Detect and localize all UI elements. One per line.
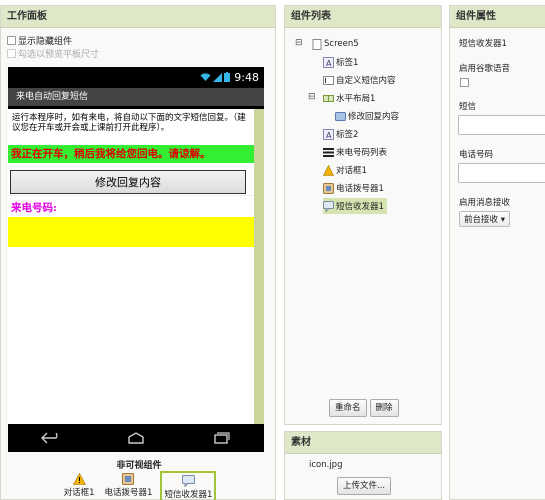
nonvisible-components: 对话框1 电话拨号器1 短信收发器1 bbox=[1, 471, 277, 500]
svg-text:A: A bbox=[326, 59, 332, 68]
phone-number-listview[interactable] bbox=[8, 217, 254, 247]
phone-preview: 9:48 来电自动回复短信 运行本程序时，如有来电，将自动以下面的文字短信回复。… bbox=[8, 67, 264, 452]
show-hidden-checkbox[interactable]: 显示隐藏组件 bbox=[7, 34, 275, 47]
receiving-value: 前台接收 bbox=[464, 215, 499, 225]
components-panel: 组件列表 ⊟ Screen5 A 标签1 自定义短信内容 ⊟ 水平布局1 修改回… bbox=[284, 5, 442, 425]
tree-node-texting[interactable]: 短信收发器1 bbox=[323, 198, 387, 214]
label2: 来电号码: bbox=[11, 202, 57, 214]
google-voice-label: 启用谷歌语音 bbox=[459, 64, 511, 74]
components-title: 组件列表 bbox=[285, 6, 441, 28]
tree-node-label2[interactable]: A 标签2 bbox=[323, 126, 358, 142]
battery-icon bbox=[224, 72, 231, 82]
checkbox-box[interactable] bbox=[7, 36, 16, 45]
tree-node-label: 标签2 bbox=[336, 130, 359, 140]
tree-node-hlayout[interactable]: 水平布局1 bbox=[323, 90, 375, 106]
properties-title: 组件属性 bbox=[450, 6, 545, 28]
screen-scrollbar[interactable] bbox=[254, 109, 264, 424]
tree-node-label: 对话框1 bbox=[336, 166, 367, 176]
tree-node-textbox[interactable]: 自定义短信内容 bbox=[323, 72, 396, 88]
nonvisible-notifier[interactable]: 对话框1 bbox=[62, 471, 97, 500]
tree-node-label: 修改回复内容 bbox=[348, 112, 400, 122]
tree-node-label1[interactable]: A 标签1 bbox=[323, 54, 358, 70]
warning-icon bbox=[72, 473, 86, 485]
tree-node-label: 电话拨号器1 bbox=[336, 184, 384, 194]
status-icons bbox=[200, 72, 231, 82]
svg-text:A: A bbox=[326, 131, 332, 140]
nav-bar bbox=[8, 424, 264, 452]
app-title-bar: 来电自动回复短信 bbox=[8, 88, 264, 106]
media-panel: 素材 icon.jpg 上传文件... bbox=[284, 431, 442, 500]
label-icon: A bbox=[323, 56, 334, 68]
selected-component-name: 短信收发器1 bbox=[459, 39, 507, 49]
nonvisible-phonecall[interactable]: 电话拨号器1 bbox=[103, 471, 155, 500]
tree-node-listview[interactable]: 来电号码列表 bbox=[323, 144, 387, 160]
nonvisible-title: 非可视组件 bbox=[116, 461, 162, 471]
media-file[interactable]: icon.jpg bbox=[309, 460, 441, 470]
back-icon[interactable] bbox=[40, 432, 61, 444]
phone-number-input[interactable] bbox=[458, 163, 545, 183]
tablet-preview-label: 勾选以预览平板尺寸 bbox=[18, 50, 100, 60]
collapse-toggle[interactable]: ⊟ bbox=[295, 38, 303, 48]
component-tree: ⊟ Screen5 A 标签1 自定义短信内容 ⊟ 水平布局1 修改回复内容 A… bbox=[285, 28, 441, 214]
label1: 运行本程序时，如有来电，将自动以下面的文字短信回复。（建议您在开车或开会或上课前… bbox=[12, 113, 246, 133]
signal-icon bbox=[213, 72, 223, 82]
checkbox-box[interactable] bbox=[7, 49, 16, 58]
wifi-icon bbox=[200, 72, 211, 81]
tree-node-screen[interactable]: Screen5 bbox=[311, 36, 359, 52]
status-time: 9:48 bbox=[234, 70, 259, 84]
nonvisible-texting[interactable]: 短信收发器1 bbox=[160, 471, 217, 500]
nonvisible-label: 短信收发器1 bbox=[164, 490, 213, 500]
listview-icon bbox=[323, 147, 334, 158]
phone-dialer-icon bbox=[323, 182, 334, 194]
tree-node-button[interactable]: 修改回复内容 bbox=[335, 108, 399, 124]
status-bar: 9:48 bbox=[8, 67, 264, 87]
tree-node-notifier[interactable]: 对话框1 bbox=[323, 162, 367, 178]
show-hidden-label: 显示隐藏组件 bbox=[18, 37, 73, 47]
textbox-icon bbox=[323, 75, 334, 86]
viewer-title: 工作面板 bbox=[1, 6, 275, 28]
message-input[interactable] bbox=[458, 115, 545, 135]
message-label: 短信 bbox=[459, 102, 477, 112]
tree-node-label: 来电号码列表 bbox=[336, 148, 388, 158]
phone-number-label: 电话号码 bbox=[459, 150, 494, 160]
tablet-preview-checkbox[interactable]: 勾选以预览平板尺寸 bbox=[7, 47, 275, 60]
app-screen: 运行本程序时，如有来电，将自动以下面的文字短信回复。（建议您在开车或开会或上课前… bbox=[8, 109, 254, 424]
custom-sms-textbox[interactable]: 我正在开车，稍后我将给您回电。请谅解。 bbox=[8, 145, 254, 163]
component-actions: 重命名 删除 bbox=[329, 399, 399, 417]
google-voice-checkbox[interactable] bbox=[460, 78, 469, 87]
label-icon: A bbox=[323, 128, 334, 140]
tree-node-label: 水平布局1 bbox=[336, 94, 376, 104]
chevron-down-icon: ▾ bbox=[500, 215, 505, 225]
screen-icon bbox=[311, 38, 322, 50]
phone-dialer-icon bbox=[122, 473, 135, 485]
texting-icon bbox=[323, 200, 334, 212]
recent-apps-icon[interactable] bbox=[211, 432, 231, 444]
receiving-label: 启用消息接收 bbox=[459, 198, 511, 208]
tree-node-label: 短信收发器1 bbox=[336, 202, 384, 212]
delete-button[interactable]: 删除 bbox=[369, 399, 399, 417]
collapse-toggle[interactable]: ⊟ bbox=[308, 92, 316, 102]
tree-node-label: Screen5 bbox=[324, 39, 359, 49]
nonvisible-label: 电话拨号器1 bbox=[104, 488, 153, 498]
receiving-select[interactable]: 前台接收 ▾ bbox=[459, 211, 510, 227]
tree-node-label: 标签1 bbox=[336, 58, 359, 68]
texting-icon bbox=[181, 475, 195, 487]
horizontal-layout: 修改回复内容 bbox=[8, 168, 254, 196]
button-icon bbox=[335, 111, 346, 122]
warning-icon bbox=[323, 164, 334, 176]
nonvisible-label: 对话框1 bbox=[63, 488, 95, 498]
hlayout-icon bbox=[323, 93, 334, 104]
viewer-panel: 工作面板 显示隐藏组件 勾选以预览平板尺寸 9:48 来电自动回复短信 运行本程… bbox=[0, 5, 276, 500]
tree-node-phonecall[interactable]: 电话拨号器1 bbox=[323, 180, 384, 196]
media-title: 素材 bbox=[285, 432, 441, 454]
upload-file-button[interactable]: 上传文件... bbox=[337, 477, 392, 495]
modify-reply-button[interactable]: 修改回复内容 bbox=[10, 169, 246, 194]
tree-node-label: 自定义短信内容 bbox=[336, 76, 396, 86]
home-icon[interactable] bbox=[126, 432, 146, 444]
rename-button[interactable]: 重命名 bbox=[329, 399, 367, 417]
properties-panel: 组件属性 短信收发器1 启用谷歌语音 短信 电话号码 启用消息接收 前台接收 ▾ bbox=[449, 5, 545, 500]
